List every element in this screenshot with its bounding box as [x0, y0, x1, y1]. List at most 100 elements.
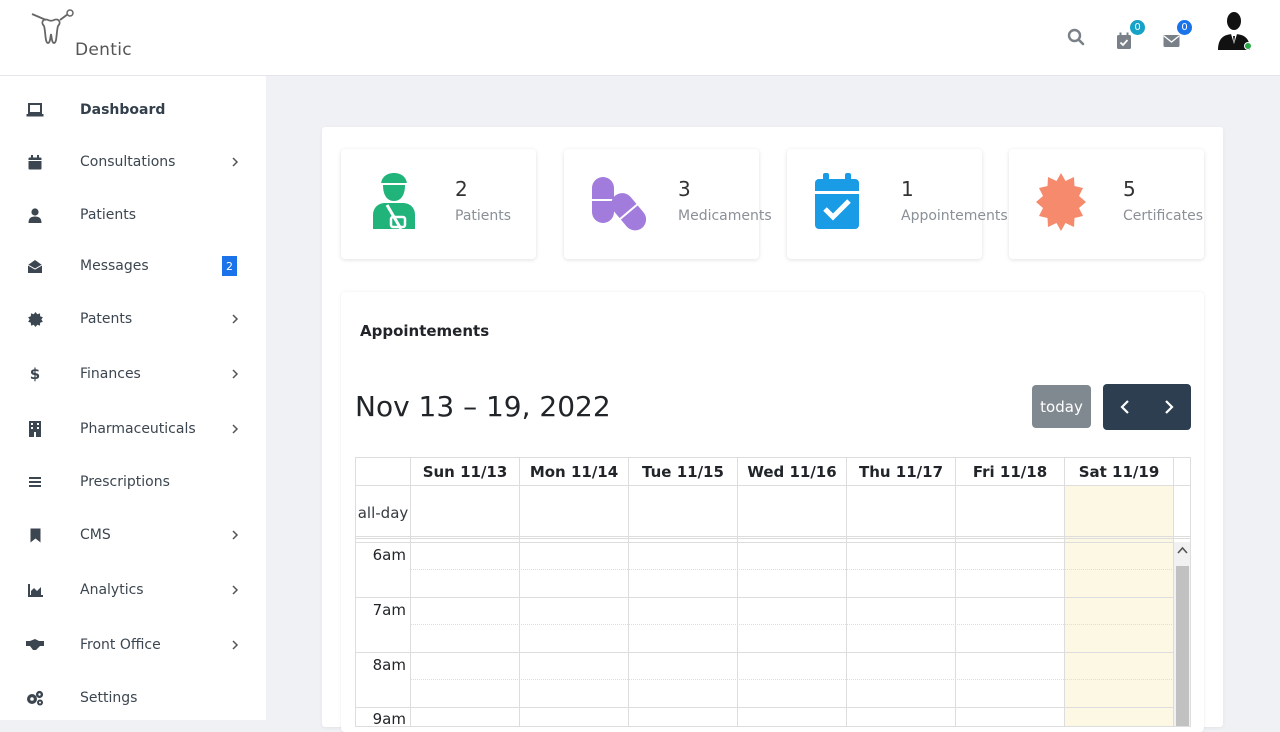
- hour-line: [356, 542, 1174, 543]
- envelope-open-icon: [26, 257, 44, 275]
- sidebar-item-finances[interactable]: $ Finances: [0, 354, 266, 394]
- calendar-check-icon: [811, 171, 869, 231]
- stat-value: 3: [678, 177, 691, 201]
- day-column[interactable]: [847, 486, 956, 726]
- week-grid: Sun 11/13 Mon 11/14 Tue 11/15 Wed 11/16 …: [355, 457, 1191, 727]
- user-icon: [26, 206, 44, 224]
- dollar-icon: $: [29, 365, 41, 383]
- sidebar-item-pharmaceuticals[interactable]: Pharmaceuticals: [0, 409, 266, 449]
- sidebar-item-analytics[interactable]: Analytics: [0, 570, 266, 610]
- messages-count-badge: 2: [222, 256, 237, 276]
- scroll-up-arrow-icon[interactable]: [1177, 546, 1188, 554]
- stat-label: Medicaments: [678, 208, 772, 224]
- half-hour-line: [411, 569, 1174, 570]
- sidebar-item-consultations[interactable]: Consultations: [0, 142, 266, 182]
- chevron-right-icon: [1165, 400, 1174, 414]
- envelope-icon: [1163, 35, 1179, 47]
- search-button[interactable]: [1063, 24, 1089, 50]
- sidebar-item-settings[interactable]: Settings: [0, 678, 266, 718]
- stat-card-medicaments[interactable]: 3 Medicaments: [564, 149, 772, 259]
- time-label: 9am: [372, 710, 406, 727]
- sidebar-item-messages[interactable]: Messages 2: [0, 246, 266, 286]
- sidebar-item-prescriptions[interactable]: Prescriptions: [0, 462, 266, 502]
- pills-icon: [588, 171, 647, 231]
- half-hour-line: [411, 679, 1174, 680]
- calendar-heading: Appointements: [360, 322, 490, 340]
- sidebar-item-cms[interactable]: CMS: [0, 515, 266, 555]
- day-column[interactable]: [520, 486, 629, 726]
- hour-line: [356, 652, 1174, 653]
- brand-name: Dentic: [75, 40, 132, 60]
- calendar-scrollbar[interactable]: [1174, 542, 1190, 726]
- sidebar-item-label: Messages: [80, 258, 149, 274]
- chevron-right-icon: [232, 314, 239, 324]
- chart-area-icon: [26, 581, 44, 599]
- day-header[interactable]: Sat 11/19: [1065, 458, 1174, 486]
- calendar-nav-group: [1103, 384, 1191, 430]
- sidebar-item-label: Patents: [80, 311, 133, 327]
- next-week-button[interactable]: [1147, 384, 1191, 430]
- sidebar-item-patents[interactable]: Patents: [0, 299, 266, 339]
- time-label: 6am: [372, 546, 406, 564]
- calendar-icon: [26, 153, 44, 171]
- handshake-icon: [26, 636, 44, 654]
- chevron-right-icon: [232, 424, 239, 434]
- header-corner: [356, 458, 411, 486]
- sidebar-item-front-office[interactable]: Front Office: [0, 625, 266, 665]
- sidebar-item-label: Front Office: [80, 637, 161, 653]
- chevron-right-icon: [232, 157, 239, 167]
- day-header[interactable]: Thu 11/17: [847, 458, 956, 486]
- time-label: 7am: [372, 601, 406, 619]
- chevron-right-icon: [232, 369, 239, 379]
- sidebar-item-label: Finances: [80, 366, 141, 382]
- calendar-date-range: Nov 13 – 19, 2022: [355, 390, 611, 423]
- brand-logo[interactable]: Dentic: [30, 8, 150, 68]
- mail-button[interactable]: 0: [1158, 20, 1192, 54]
- day-column[interactable]: [738, 486, 847, 726]
- prev-week-button[interactable]: [1103, 384, 1147, 430]
- sidebar-item-dashboard[interactable]: Dashboard: [0, 90, 266, 130]
- day-column[interactable]: [1065, 486, 1174, 726]
- stat-value: 1: [901, 177, 914, 201]
- stat-card-patients[interactable]: 2 Patients: [341, 149, 536, 259]
- stat-card-certificates[interactable]: 5 Certificates: [1009, 149, 1204, 259]
- half-hour-line: [411, 624, 1174, 625]
- user-avatar[interactable]: [1214, 10, 1254, 54]
- day-column[interactable]: [629, 486, 738, 726]
- scrollbar-thumb[interactable]: [1176, 566, 1189, 726]
- chevron-right-icon: [232, 585, 239, 595]
- certificate-icon: [26, 310, 44, 328]
- calendar-check-icon: [1117, 32, 1131, 49]
- bookmark-icon: [26, 526, 44, 544]
- sidebar-item-patients[interactable]: Patients: [0, 195, 266, 235]
- chevron-right-icon: [232, 530, 239, 540]
- day-header[interactable]: Tue 11/15: [629, 458, 738, 486]
- sidebar-item-label: Consultations: [80, 154, 176, 170]
- day-header[interactable]: Wed 11/16: [738, 458, 847, 486]
- sidebar: Dashboard Consultations Patients Message…: [0, 76, 266, 720]
- chevron-right-icon: [232, 640, 239, 650]
- day-header[interactable]: Mon 11/14: [520, 458, 629, 486]
- mail-badge: 0: [1177, 20, 1192, 35]
- sidebar-item-label: Settings: [80, 690, 138, 706]
- stat-value: 2: [455, 177, 468, 201]
- day-column[interactable]: [411, 486, 520, 726]
- sidebar-item-label: Patients: [80, 207, 137, 223]
- day-header[interactable]: Fri 11/18: [956, 458, 1065, 486]
- search-icon: [1067, 28, 1085, 46]
- sidebar-item-label: Analytics: [80, 582, 144, 598]
- hour-line: [356, 707, 1174, 708]
- time-label: 8am: [372, 656, 406, 674]
- cogs-icon: [26, 689, 44, 707]
- stat-card-appointments[interactable]: 1 Appointements: [787, 149, 1008, 259]
- sidebar-item-label: Dashboard: [80, 102, 166, 118]
- day-header[interactable]: Sun 11/13: [411, 458, 520, 486]
- stat-label: Patients: [455, 208, 512, 224]
- tasks-button[interactable]: 0: [1111, 20, 1145, 54]
- day-column[interactable]: [956, 486, 1065, 726]
- stat-value: 5: [1123, 177, 1136, 201]
- today-button[interactable]: today: [1032, 385, 1091, 428]
- laptop-icon: [26, 101, 44, 119]
- chevron-left-icon: [1120, 400, 1129, 414]
- sidebar-item-label: Pharmaceuticals: [80, 421, 196, 437]
